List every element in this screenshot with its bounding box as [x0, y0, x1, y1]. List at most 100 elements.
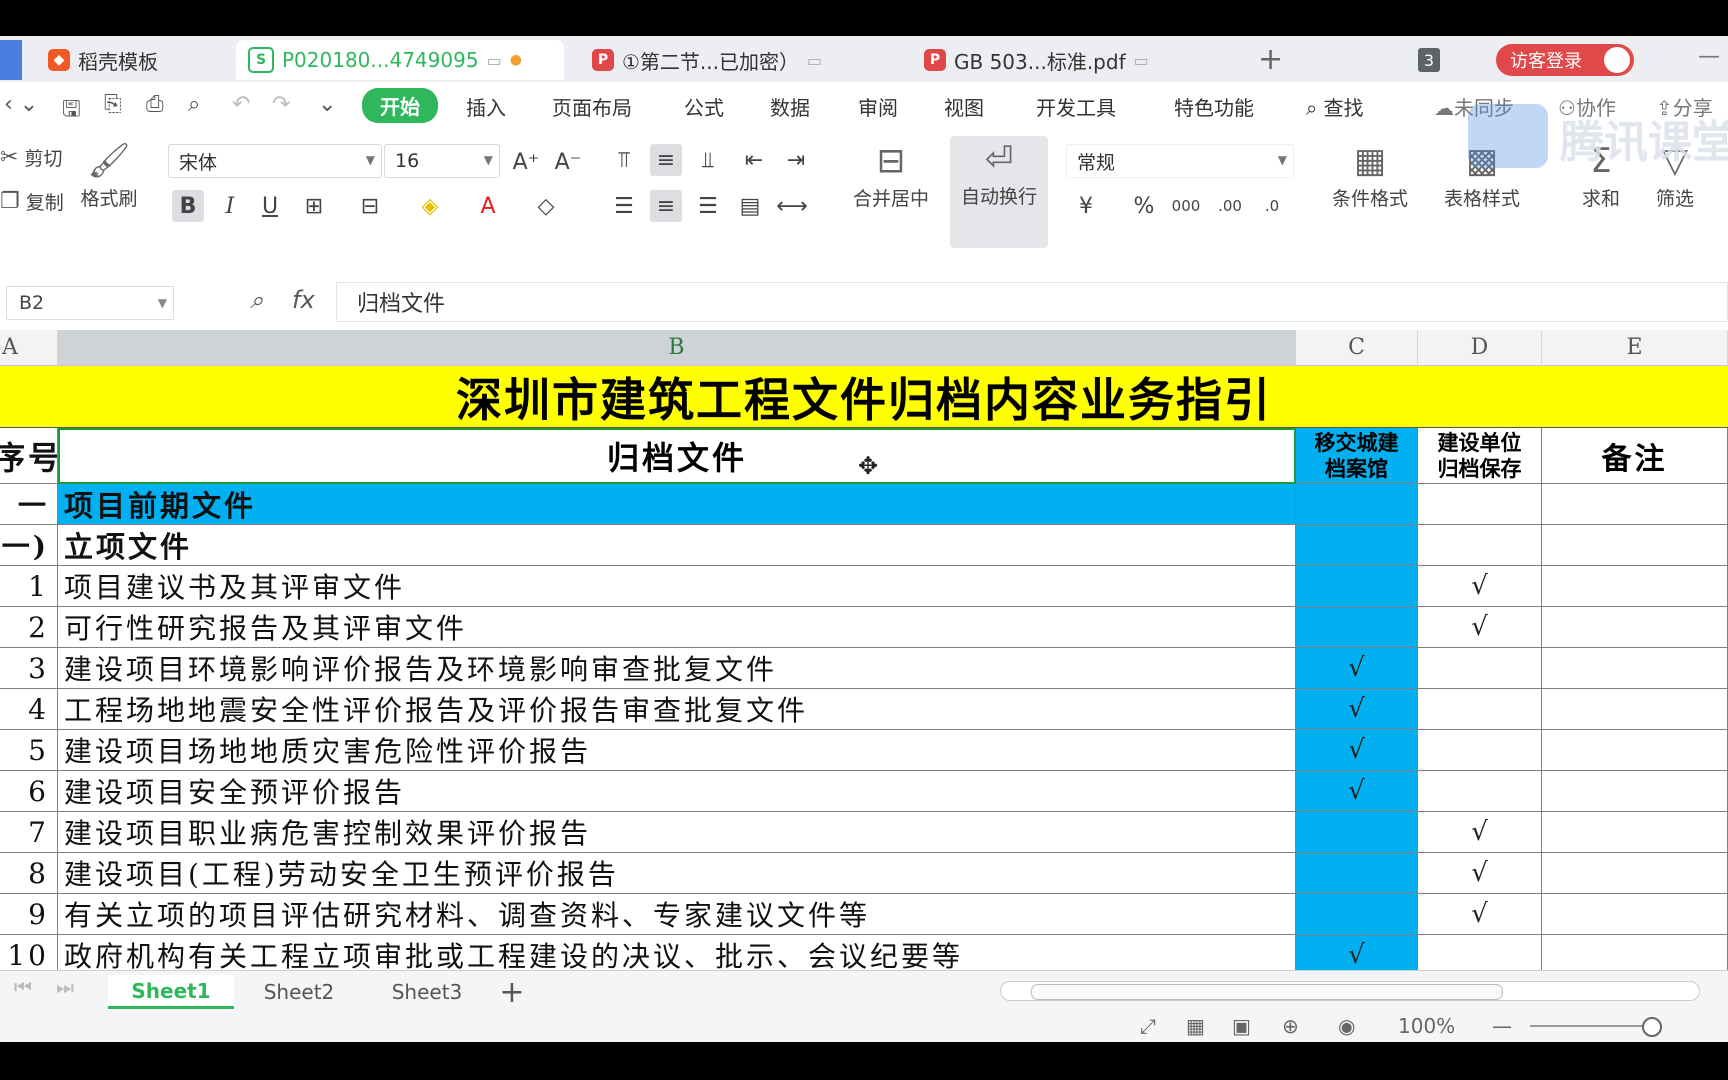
row-transfer-cell[interactable]	[1296, 484, 1418, 525]
row-seq-cell[interactable]: 6	[0, 771, 58, 812]
row-remarks-cell[interactable]	[1542, 525, 1728, 566]
row-seq-label: (一)	[0, 530, 49, 563]
row-file-cell[interactable]: 有关立项的项目评估研究材料、调查资料、专家建议文件等	[58, 894, 1296, 935]
row-remarks-cell[interactable]	[1542, 894, 1728, 935]
row-file-cell[interactable]: 建设项目安全预评价报告	[58, 771, 1296, 812]
row-seq-label: 9	[28, 897, 49, 931]
row-seq-cell[interactable]: 7	[0, 812, 58, 853]
add-sheet-plus-icon[interactable]: +	[492, 975, 532, 1010]
page-break-view-icon[interactable]: ▣	[1232, 1014, 1251, 1038]
row-keep-cell[interactable]	[1418, 771, 1542, 812]
row-file-label: 可行性研究报告及其评审文件	[64, 612, 468, 645]
row-seq-cell[interactable]: (一)	[0, 525, 58, 566]
row-seq-cell[interactable]: 8	[0, 853, 58, 894]
row-file-label: 项目建议书及其评审文件	[64, 571, 406, 604]
row-transfer-cell[interactable]: √	[1296, 648, 1418, 689]
sheet-tab-2[interactable]: Sheet2	[236, 975, 362, 1009]
row-transfer-check: √	[1348, 735, 1365, 765]
row-remarks-cell[interactable]	[1542, 812, 1728, 853]
row-file-cell[interactable]: 项目前期文件	[58, 484, 1296, 525]
row-remarks-cell[interactable]	[1542, 607, 1728, 648]
row-transfer-check: √	[1348, 940, 1365, 970]
row-transfer-cell[interactable]	[1296, 566, 1418, 607]
row-seq-cell[interactable]: 4	[0, 689, 58, 730]
spreadsheet-window: ◆ 稻壳模板 S P020180...4749095 ▭ ● P ①第二节...…	[0, 36, 1728, 1042]
row-keep-cell[interactable]	[1418, 484, 1542, 525]
reading-layout-icon[interactable]: ⊕	[1282, 1014, 1299, 1038]
last-sheet-icon[interactable]: ⏭	[56, 975, 74, 999]
row-seq-cell[interactable]: 3	[0, 648, 58, 689]
row-transfer-cell[interactable]: √	[1296, 935, 1418, 970]
row-remarks-cell[interactable]	[1542, 730, 1728, 771]
row-remarks-cell[interactable]	[1542, 853, 1728, 894]
zoom-slider-track[interactable]	[1530, 1025, 1650, 1027]
row-file-cell[interactable]: 项目建议书及其评审文件	[58, 566, 1296, 607]
zoom-out-icon[interactable]: —	[1492, 1014, 1512, 1038]
row-keep-cell[interactable]: √	[1418, 566, 1542, 607]
row-transfer-cell[interactable]: √	[1296, 771, 1418, 812]
row-transfer-cell[interactable]	[1296, 894, 1418, 935]
row-file-cell[interactable]: 建设项目(工程)劳动安全卫生预评价报告	[58, 853, 1296, 894]
row-transfer-cell[interactable]	[1296, 607, 1418, 648]
row-remarks-cell[interactable]	[1542, 648, 1728, 689]
row-file-label: 有关立项的项目评估研究材料、调查资料、专家建议文件等	[64, 899, 871, 932]
row-seq-label: 3	[28, 651, 49, 685]
row-keep-check: √	[1471, 571, 1488, 601]
row-transfer-check: √	[1348, 653, 1365, 683]
row-file-cell[interactable]: 可行性研究报告及其评审文件	[58, 607, 1296, 648]
row-keep-cell[interactable]	[1418, 689, 1542, 730]
row-seq-label: 4	[28, 692, 49, 726]
row-remarks-cell[interactable]	[1542, 484, 1728, 525]
row-remarks-cell[interactable]	[1542, 771, 1728, 812]
row-file-cell[interactable]: 建设项目职业病危害控制效果评价报告	[58, 812, 1296, 853]
row-seq-cell[interactable]: 9	[0, 894, 58, 935]
row-file-label: 政府机构有关工程立项审批或工程建设的决议、批示、会议纪要等	[64, 940, 964, 970]
row-seq-cell[interactable]: 5	[0, 730, 58, 771]
zoom-level[interactable]: 100%	[1398, 1014, 1455, 1038]
first-sheet-icon[interactable]: ⏮	[14, 975, 32, 999]
row-keep-cell[interactable]: √	[1418, 894, 1542, 935]
row-file-label: 建设项目场地地质灾害危险性评价报告	[64, 735, 592, 768]
row-keep-check: √	[1471, 817, 1488, 847]
row-file-label: 建设项目安全预评价报告	[64, 776, 406, 809]
row-keep-cell[interactable]	[1418, 935, 1542, 970]
row-seq-cell[interactable]: 一	[0, 484, 58, 525]
status-bar: ⤢ ▦ ▣ ⊕ ◉ 100% —	[0, 1010, 1728, 1042]
row-seq-cell[interactable]: 2	[0, 607, 58, 648]
row-keep-cell[interactable]	[1418, 730, 1542, 771]
row-file-label: 工程场地地震安全性评价报告及评价报告审查批复文件	[64, 694, 809, 727]
row-keep-cell[interactable]: √	[1418, 812, 1542, 853]
scrollbar-thumb[interactable]	[1031, 984, 1503, 1000]
sheet-tab-1[interactable]: Sheet1	[108, 975, 234, 1009]
row-keep-cell[interactable]: √	[1418, 853, 1542, 894]
fullscreen-icon[interactable]: ⤢	[1140, 1014, 1156, 1038]
row-transfer-cell[interactable]	[1296, 525, 1418, 566]
row-remarks-cell[interactable]	[1542, 566, 1728, 607]
eye-protection-icon[interactable]: ◉	[1338, 1014, 1355, 1038]
normal-view-icon[interactable]: ▦	[1186, 1014, 1205, 1038]
row-file-cell[interactable]: 立项文件	[58, 525, 1296, 566]
row-remarks-cell[interactable]	[1542, 689, 1728, 730]
row-keep-cell[interactable]	[1418, 648, 1542, 689]
row-transfer-cell[interactable]: √	[1296, 730, 1418, 771]
row-keep-cell[interactable]: √	[1418, 607, 1542, 648]
row-keep-check: √	[1471, 612, 1488, 642]
zoom-slider-knob[interactable]	[1642, 1017, 1662, 1037]
row-file-cell[interactable]: 建设项目场地地质灾害危险性评价报告	[58, 730, 1296, 771]
row-seq-label: 7	[28, 815, 49, 849]
row-file-label: 项目前期文件	[64, 489, 257, 523]
row-transfer-cell[interactable]	[1296, 853, 1418, 894]
row-file-cell[interactable]: 工程场地地震安全性评价报告及评价报告审查批复文件	[58, 689, 1296, 730]
row-transfer-cell[interactable]	[1296, 812, 1418, 853]
row-keep-cell[interactable]	[1418, 525, 1542, 566]
horizontal-scrollbar[interactable]	[1000, 981, 1700, 1001]
row-file-cell[interactable]: 建设项目环境影响评价报告及环境影响审查批复文件	[58, 648, 1296, 689]
sheet-tab-3[interactable]: Sheet3	[364, 975, 490, 1009]
data-rows: 一项目前期文件 (一) 立项文件 1 项目建议书及其评审文件 √ 2 可行性研究报告及其评审文…	[0, 36, 1728, 970]
row-file-cell[interactable]: 政府机构有关工程立项审批或工程建设的决议、批示、会议纪要等	[58, 935, 1296, 970]
row-seq-cell[interactable]: 10	[0, 935, 58, 970]
row-transfer-cell[interactable]: √	[1296, 689, 1418, 730]
row-remarks-cell[interactable]	[1542, 935, 1728, 970]
row-seq-cell[interactable]: 1	[0, 566, 58, 607]
row-seq-label: 1	[28, 569, 49, 603]
